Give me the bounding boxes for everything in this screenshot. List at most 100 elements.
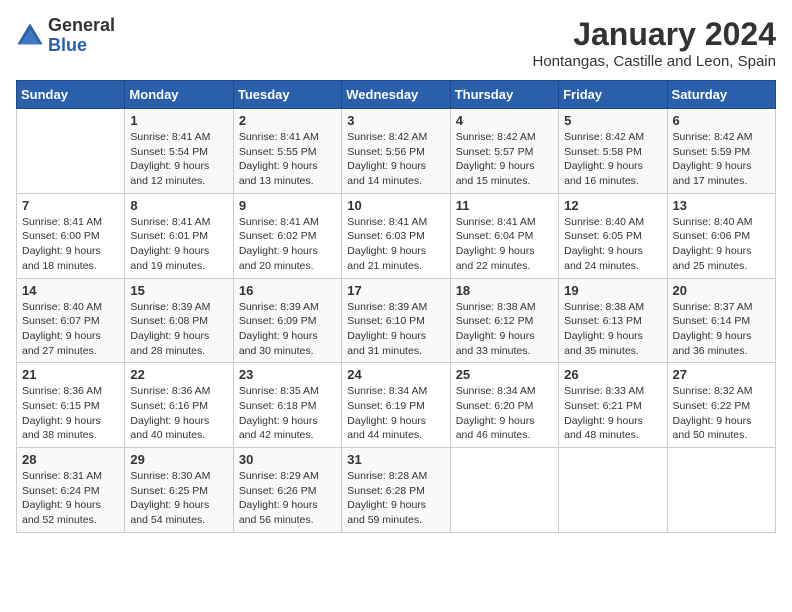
day-number: 10 [347,198,444,213]
calendar-cell: 16Sunrise: 8:39 AMSunset: 6:09 PMDayligh… [233,278,341,363]
day-info: Sunrise: 8:33 AMSunset: 6:21 PMDaylight:… [564,384,661,443]
calendar-week-row: 21Sunrise: 8:36 AMSunset: 6:15 PMDayligh… [17,363,776,448]
day-number: 1 [130,113,227,128]
logo-icon [16,22,44,50]
day-number: 24 [347,367,444,382]
day-number: 7 [22,198,119,213]
calendar-cell: 19 Sunrise: 8:38 AMSunset: 6:13 PMDayligh… [559,278,667,363]
calendar-week-row: 14Sunrise: 8:40 AMSunset: 6:07 PMDayligh… [17,278,776,363]
calendar-cell: 3Sunrise: 8:42 AMSunset: 5:56 PMDaylight… [342,109,450,194]
calendar-cell [667,448,775,533]
day-number: 23 [239,367,336,382]
calendar-cell: 17Sunrise: 8:39 AMSunset: 6:10 PMDayligh… [342,278,450,363]
calendar-cell [17,109,125,194]
day-info: Sunrise: 8:32 AMSunset: 6:22 PMDaylight:… [673,384,770,443]
day-info: Sunrise: 8:39 AMSunset: 6:08 PMDaylight:… [130,300,227,359]
day-info: Sunrise: 8:42 AMSunset: 5:58 PMDaylight:… [564,130,661,189]
day-number: 28 [22,452,119,467]
day-number: 27 [673,367,770,382]
calendar-cell: 18Sunrise: 8:38 AMSunset: 6:12 PMDayligh… [450,278,558,363]
day-info: Sunrise: 8:36 AMSunset: 6:16 PMDaylight:… [130,384,227,443]
day-info: Sunrise: 8:37 AMSunset: 6:14 PMDaylight:… [673,300,770,359]
day-info: Sunrise: 8:42 AMSunset: 5:57 PMDaylight:… [456,130,553,189]
day-number: 22 [130,367,227,382]
calendar-cell: 23 Sunrise: 8:35 AMSunset: 6:18 PMDayligh… [233,363,341,448]
day-number: 13 [673,198,770,213]
day-number: 11 [456,198,553,213]
day-number: 31 [347,452,444,467]
calendar-cell [559,448,667,533]
day-number: 30 [239,452,336,467]
calendar-cell: 15 Sunrise: 8:39 AMSunset: 6:08 PMDayligh… [125,278,233,363]
day-number: 26 [564,367,661,382]
calendar-cell: 1 Sunrise: 8:41 AMSunset: 5:54 PMDaylight… [125,109,233,194]
calendar-cell: 24 Sunrise: 8:34 AMSunset: 6:19 PMDayligh… [342,363,450,448]
calendar-cell [450,448,558,533]
weekday-header-saturday: Saturday [667,81,775,109]
weekday-header-friday: Friday [559,81,667,109]
day-info: Sunrise: 8:39 AMSunset: 6:09 PMDaylight:… [239,300,336,359]
calendar-week-row: 1 Sunrise: 8:41 AMSunset: 5:54 PMDaylight… [17,109,776,194]
logo-blue-text: Blue [48,36,115,56]
day-info: Sunrise: 8:41 AMSunset: 5:54 PMDaylight:… [130,130,227,189]
calendar-cell: 14Sunrise: 8:40 AMSunset: 6:07 PMDayligh… [17,278,125,363]
day-number: 9 [239,198,336,213]
logo: General Blue [16,16,115,56]
day-info: Sunrise: 8:40 AMSunset: 6:07 PMDaylight:… [22,300,119,359]
day-number: 29 [130,452,227,467]
day-info: Sunrise: 8:41 AMSunset: 6:04 PMDaylight:… [456,215,553,274]
day-number: 15 [130,283,227,298]
calendar-cell: 20 Sunrise: 8:37 AMSunset: 6:14 PMDayligh… [667,278,775,363]
calendar-cell: 31 Sunrise: 8:28 AMSunset: 6:28 PMDayligh… [342,448,450,533]
weekday-header-tuesday: Tuesday [233,81,341,109]
day-number: 5 [564,113,661,128]
title-area: January 2024 Hontangas, Castille and Leo… [532,16,776,70]
day-info: Sunrise: 8:34 AMSunset: 6:19 PMDaylight:… [347,384,444,443]
calendar-cell: 8 Sunrise: 8:41 AMSunset: 6:01 PMDaylight… [125,193,233,278]
calendar-cell: 2Sunrise: 8:41 AMSunset: 5:55 PMDaylight… [233,109,341,194]
day-info: Sunrise: 8:28 AMSunset: 6:28 PMDaylight:… [347,469,444,528]
calendar-table: SundayMondayTuesdayWednesdayThursdayFrid… [16,80,776,533]
day-info: Sunrise: 8:31 AMSunset: 6:24 PMDaylight:… [22,469,119,528]
day-info: Sunrise: 8:36 AMSunset: 6:15 PMDaylight:… [22,384,119,443]
day-info: Sunrise: 8:40 AMSunset: 6:05 PMDaylight:… [564,215,661,274]
calendar-header: SundayMondayTuesdayWednesdayThursdayFrid… [17,81,776,109]
calendar-week-row: 7Sunrise: 8:41 AMSunset: 6:00 PMDaylight… [17,193,776,278]
day-number: 25 [456,367,553,382]
calendar-body: 1 Sunrise: 8:41 AMSunset: 5:54 PMDaylight… [17,109,776,533]
calendar-cell: 27 Sunrise: 8:32 AMSunset: 6:22 PMDayligh… [667,363,775,448]
calendar-week-row: 28 Sunrise: 8:31 AMSunset: 6:24 PMDayligh… [17,448,776,533]
calendar-cell: 11 Sunrise: 8:41 AMSunset: 6:04 PMDayligh… [450,193,558,278]
calendar-cell: 10Sunrise: 8:41 AMSunset: 6:03 PMDayligh… [342,193,450,278]
day-info: Sunrise: 8:38 AMSunset: 6:13 PMDaylight:… [564,300,661,359]
day-info: Sunrise: 8:35 AMSunset: 6:18 PMDaylight:… [239,384,336,443]
day-number: 6 [673,113,770,128]
calendar-cell: 4Sunrise: 8:42 AMSunset: 5:57 PMDaylight… [450,109,558,194]
day-number: 8 [130,198,227,213]
day-info: Sunrise: 8:38 AMSunset: 6:12 PMDaylight:… [456,300,553,359]
calendar-cell: 29Sunrise: 8:30 AMSunset: 6:25 PMDayligh… [125,448,233,533]
day-number: 19 [564,283,661,298]
day-info: Sunrise: 8:41 AMSunset: 6:01 PMDaylight:… [130,215,227,274]
calendar-cell: 25Sunrise: 8:34 AMSunset: 6:20 PMDayligh… [450,363,558,448]
day-info: Sunrise: 8:42 AMSunset: 5:59 PMDaylight:… [673,130,770,189]
calendar-cell: 28 Sunrise: 8:31 AMSunset: 6:24 PMDayligh… [17,448,125,533]
calendar-cell: 7Sunrise: 8:41 AMSunset: 6:00 PMDaylight… [17,193,125,278]
weekday-header-wednesday: Wednesday [342,81,450,109]
calendar-cell: 26 Sunrise: 8:33 AMSunset: 6:21 PMDayligh… [559,363,667,448]
calendar-cell: 9 Sunrise: 8:41 AMSunset: 6:02 PMDaylight… [233,193,341,278]
weekday-header-thursday: Thursday [450,81,558,109]
logo-text: General Blue [48,16,115,56]
calendar-cell: 5 Sunrise: 8:42 AMSunset: 5:58 PMDaylight… [559,109,667,194]
calendar-cell: 6 Sunrise: 8:42 AMSunset: 5:59 PMDaylight… [667,109,775,194]
day-number: 17 [347,283,444,298]
day-number: 20 [673,283,770,298]
weekday-header-monday: Monday [125,81,233,109]
day-info: Sunrise: 8:41 AMSunset: 6:02 PMDaylight:… [239,215,336,274]
calendar-cell: 12Sunrise: 8:40 AMSunset: 6:05 PMDayligh… [559,193,667,278]
weekday-header-sunday: Sunday [17,81,125,109]
day-info: Sunrise: 8:40 AMSunset: 6:06 PMDaylight:… [673,215,770,274]
calendar-cell: 13 Sunrise: 8:40 AMSunset: 6:06 PMDayligh… [667,193,775,278]
day-info: Sunrise: 8:41 AMSunset: 5:55 PMDaylight:… [239,130,336,189]
calendar-cell: 21Sunrise: 8:36 AMSunset: 6:15 PMDayligh… [17,363,125,448]
